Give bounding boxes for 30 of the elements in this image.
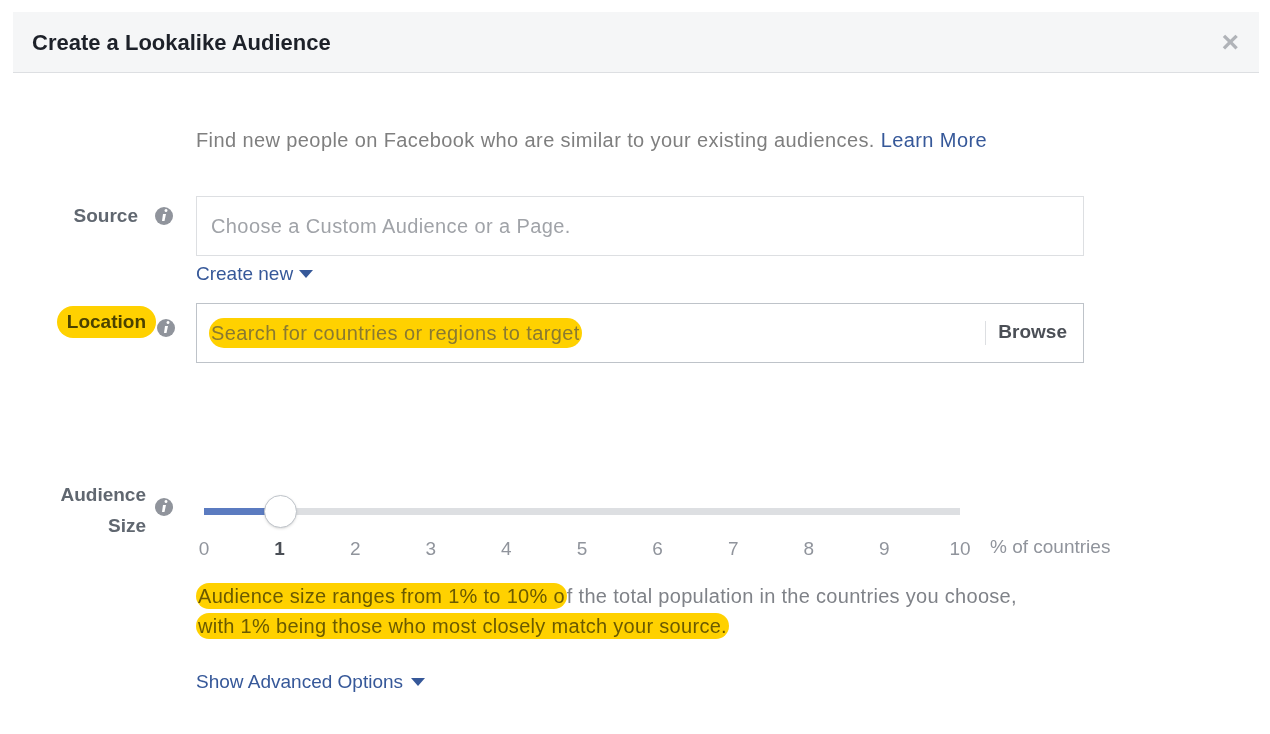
caret-icon	[411, 678, 426, 687]
create-new-dropdown[interactable]: Create new	[196, 260, 314, 289]
audience-size-description: Audience size ranges from 1% to 10% of the total population in the countries you choose, with 1% being those who most closely match your source.	[196, 582, 1018, 641]
tick-label: 9	[879, 536, 890, 561]
caret-icon	[299, 270, 314, 279]
info-icon[interactable]	[156, 317, 176, 338]
dialog-title: Create a Lookalike Audience	[32, 28, 331, 57]
field-label: Source	[72, 204, 139, 228]
info-icon[interactable]	[154, 496, 174, 517]
info-icon[interactable]	[154, 206, 174, 226]
source-input[interactable]: Choose a Custom Audience or a Page.	[196, 196, 1084, 256]
tick-label: 2	[349, 536, 361, 561]
slider-thumb[interactable]	[263, 495, 297, 528]
tick-label: 0	[198, 536, 210, 561]
tick-label: 5	[576, 536, 588, 561]
intro-text: Find new people on Facebook who are similar to your existing audiences.	[196, 129, 875, 151]
tick-label: 6	[652, 536, 663, 561]
unit-label: % of countries	[990, 534, 1111, 559]
tick-label: 4	[501, 536, 512, 561]
browse-button[interactable]: Browse	[998, 318, 1067, 347]
field-label: Location	[56, 305, 156, 338]
location-search-input[interactable]: Search for countries or regions to target	[209, 317, 582, 348]
tick-label: 1	[274, 536, 285, 561]
tick-label: 3	[425, 536, 437, 561]
tick-label: 7	[727, 536, 739, 561]
tick-label: 8	[803, 536, 815, 561]
advanced-options-dropdown[interactable]: Show Advanced Options	[196, 668, 426, 697]
tick-label: 10	[949, 536, 971, 561]
field-label: Audience Size	[60, 482, 146, 538]
learn-more-link[interactable]: Learn More	[880, 129, 987, 151]
